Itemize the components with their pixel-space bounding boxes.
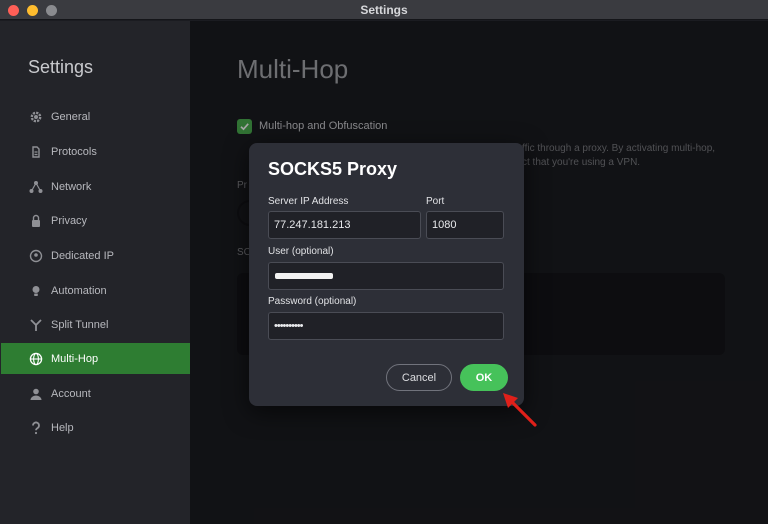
close-window-button[interactable]	[8, 5, 19, 16]
split-tunnel-icon	[29, 318, 43, 332]
sidebar-item-split-tunnel[interactable]: Split Tunnel	[1, 309, 190, 340]
server-ip-label: Server IP Address	[268, 196, 349, 207]
sidebar-item-label: General	[51, 110, 91, 123]
sidebar-item-general[interactable]: General	[1, 101, 190, 132]
sidebar-item-label: Dedicated IP	[51, 249, 114, 262]
sidebar: Settings General Protocols Network Priva…	[0, 21, 190, 524]
cancel-button[interactable]: Cancel	[386, 364, 452, 391]
lightbulb-icon	[29, 284, 43, 298]
sidebar-item-multi-hop[interactable]: Multi-Hop	[1, 343, 190, 374]
user-icon	[29, 387, 43, 401]
sidebar-title: Settings	[28, 57, 94, 77]
sidebar-item-label: Account	[51, 387, 91, 400]
password-field[interactable]: ••••••••••	[268, 312, 504, 340]
dialog-title: SOCKS5 Proxy	[268, 159, 398, 179]
window-controls	[8, 5, 57, 16]
question-icon	[29, 421, 43, 435]
sidebar-item-label: Network	[51, 180, 92, 193]
ok-button[interactable]: OK	[460, 364, 508, 391]
user-field[interactable]	[268, 262, 504, 290]
title-bar: Settings	[0, 0, 768, 20]
zoom-window-button[interactable]	[46, 5, 57, 16]
sidebar-item-label: Multi-Hop	[51, 352, 99, 365]
sidebar-item-privacy[interactable]: Privacy	[1, 205, 190, 236]
port-field[interactable]: 1080	[426, 211, 504, 239]
window-title: Settings	[360, 2, 408, 17]
globe-icon	[29, 352, 43, 366]
protocols-icon	[29, 145, 43, 159]
sidebar-item-help[interactable]: Help	[1, 412, 190, 443]
sidebar-item-account[interactable]: Account	[1, 378, 190, 409]
port-label: Port	[426, 196, 445, 207]
sidebar-item-label: Protocols	[51, 145, 97, 158]
lock-icon	[29, 214, 43, 228]
gear-icon	[29, 110, 43, 124]
sidebar-item-network[interactable]: Network	[1, 171, 190, 202]
dedicated-ip-icon	[29, 249, 43, 263]
sidebar-item-protocols[interactable]: Protocols	[1, 136, 190, 167]
minimize-window-button[interactable]	[27, 5, 38, 16]
sidebar-item-label: Help	[51, 421, 74, 434]
sidebar-item-dedicated-ip[interactable]: Dedicated IP	[1, 240, 190, 271]
server-ip-field[interactable]: 77.247.181.213	[268, 211, 421, 239]
user-label: User (optional)	[268, 246, 334, 257]
password-label: Password (optional)	[268, 296, 357, 307]
sidebar-item-label: Automation	[51, 284, 107, 297]
sidebar-item-automation[interactable]: Automation	[1, 275, 190, 306]
sidebar-item-label: Split Tunnel	[51, 318, 109, 331]
socks5-proxy-dialog: SOCKS5 Proxy Server IP Address 77.247.18…	[249, 143, 524, 406]
sidebar-item-label: Privacy	[51, 214, 88, 227]
annotation-arrow-icon	[503, 393, 537, 427]
redacted-value-mask	[275, 273, 333, 279]
network-icon	[29, 180, 43, 194]
